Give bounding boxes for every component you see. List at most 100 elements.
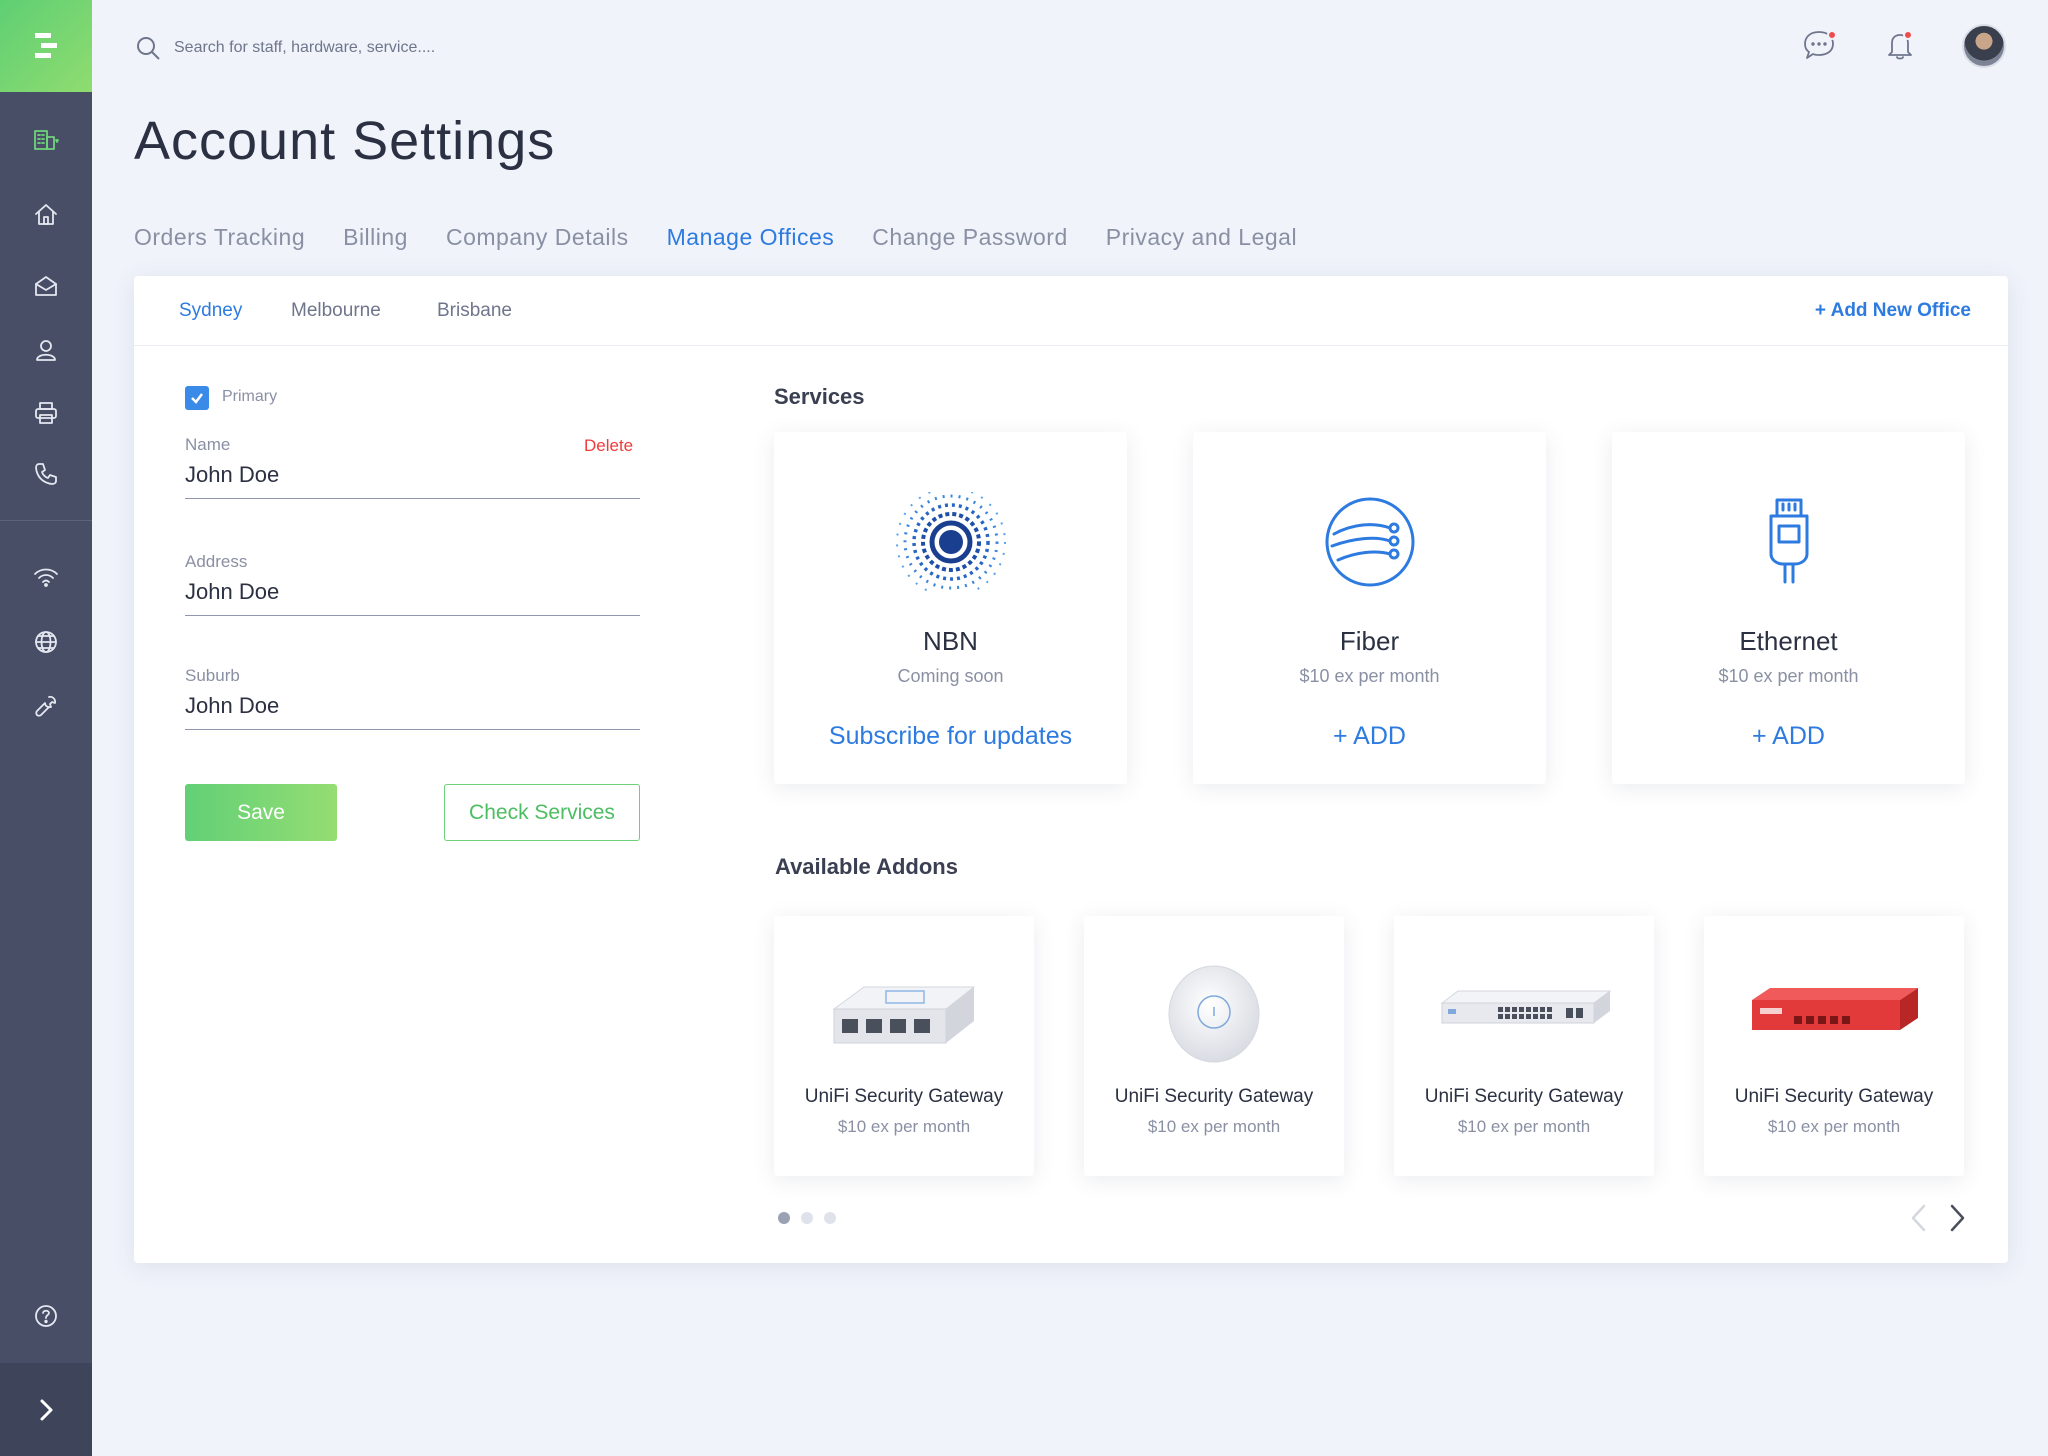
user-avatar[interactable] — [1962, 24, 2006, 68]
office-tab-melbourne[interactable]: Melbourne — [291, 300, 381, 322]
home-icon — [35, 204, 57, 225]
addon-price: $10 ex per month — [1767, 1117, 1901, 1136]
addon-price: $10 ex per month — [1147, 1117, 1281, 1136]
tab-company-details[interactable]: Company Details — [446, 224, 629, 251]
printer-icon — [35, 402, 57, 424]
save-button[interactable]: Save — [185, 784, 337, 841]
service-name: Ethernet — [1739, 626, 1838, 656]
checkmark-icon — [191, 393, 203, 404]
name-label: Name — [185, 435, 231, 454]
carousel-dot-1[interactable] — [778, 1212, 790, 1224]
user-icon — [36, 340, 56, 361]
wifi-icon — [34, 568, 58, 587]
sidebar-expand-button[interactable] — [0, 1363, 92, 1456]
delete-office-link[interactable]: Delete — [584, 436, 633, 456]
office-tab-sydney[interactable]: Sydney — [179, 300, 242, 322]
add-fiber-button[interactable]: + ADD — [1193, 722, 1546, 751]
suburb-label: Suburb — [185, 666, 240, 685]
carousel-dot-3[interactable] — [824, 1212, 836, 1224]
chevron-right-icon — [1950, 1204, 1965, 1232]
globe-icon — [35, 631, 57, 653]
sidebar-item-wifi[interactable] — [0, 555, 92, 599]
messages-button[interactable] — [1802, 28, 1838, 64]
chevron-left-icon — [1911, 1204, 1926, 1232]
notifications-button[interactable] — [1883, 28, 1919, 64]
wrench-icon — [35, 695, 57, 717]
sidebar-item-internet[interactable] — [0, 620, 92, 664]
addon-card[interactable]: UniFi Security Gateway $10 ex per month — [1704, 916, 1964, 1176]
add-new-office-link[interactable]: + Add New Office — [1815, 300, 1971, 322]
sidebar-item-phones[interactable] — [0, 452, 92, 496]
sidebar-item-tools[interactable] — [0, 685, 92, 729]
nbn-logo-icon — [774, 492, 1127, 592]
addon-card[interactable]: UniFi Security Gateway $10 ex per month — [774, 916, 1034, 1176]
logo-icon — [35, 33, 57, 58]
addon-name: UniFi Security Gateway — [1734, 1086, 1934, 1107]
search-bar — [134, 34, 594, 62]
primary-label: Primary — [222, 388, 278, 405]
subscribe-updates-link[interactable]: Subscribe for updates — [774, 722, 1127, 751]
chevron-right-icon — [40, 1399, 53, 1420]
address-label: Address — [185, 552, 248, 571]
addon-price: $10 ex per month — [1457, 1117, 1591, 1136]
service-price: $10 ex per month — [1718, 666, 1859, 686]
ethernet-plug-icon — [1612, 492, 1965, 592]
phone-icon — [35, 463, 57, 485]
building-icon — [34, 130, 59, 150]
carousel-next-button[interactable] — [1942, 1200, 1972, 1236]
sidebar-divider — [0, 520, 92, 521]
addon-name: UniFi Security Gateway — [1114, 1086, 1314, 1107]
security-gateway-image — [774, 956, 1034, 1066]
notifications-dot — [1903, 30, 1913, 40]
services-heading: Services — [774, 384, 865, 409]
sidebar-item-home[interactable] — [0, 193, 92, 237]
addon-name: UniFi Security Gateway — [1424, 1086, 1624, 1107]
sidebar-item-mail[interactable] — [0, 264, 92, 308]
tab-privacy-legal[interactable]: Privacy and Legal — [1106, 224, 1297, 251]
service-card-ethernet: Ethernet $10 ex per month + ADD — [1612, 432, 1965, 784]
service-status: Coming soon — [897, 666, 1004, 686]
check-services-button[interactable]: Check Services — [444, 784, 640, 841]
page-title: Account Settings — [134, 111, 556, 171]
addon-card[interactable]: UniFi Security Gateway $10 ex per month — [1394, 916, 1654, 1176]
suburb-field[interactable] — [185, 693, 640, 730]
access-point-image — [1084, 956, 1344, 1066]
service-price: $10 ex per month — [1299, 666, 1440, 686]
sidebar-item-printers[interactable] — [0, 391, 92, 435]
manage-offices-panel: Sydney Melbourne Brisbane + Add New Offi… — [134, 276, 2008, 1263]
service-card-nbn: NBN Coming soon Subscribe for updates — [774, 432, 1127, 784]
tab-billing[interactable]: Billing — [343, 224, 408, 251]
addon-price: $10 ex per month — [837, 1117, 971, 1136]
help-icon — [35, 1305, 57, 1327]
addon-card[interactable]: UniFi Security Gateway $10 ex per month — [1084, 916, 1344, 1176]
carousel-prev-button[interactable] — [1904, 1200, 1934, 1236]
office-tab-brisbane[interactable]: Brisbane — [437, 300, 512, 322]
tab-manage-offices[interactable]: Manage Offices — [667, 224, 835, 251]
service-name: Fiber — [1339, 626, 1400, 656]
address-field[interactable] — [185, 579, 640, 616]
fiber-globe-icon — [1193, 492, 1546, 592]
office-tabs: Sydney Melbourne Brisbane + Add New Offi… — [134, 276, 2008, 346]
firewall-appliance-image — [1704, 956, 1964, 1066]
app-logo[interactable] — [0, 0, 92, 92]
service-name: NBN — [923, 626, 978, 656]
addon-name: UniFi Security Gateway — [804, 1086, 1004, 1107]
name-field[interactable] — [185, 462, 640, 499]
network-switch-image — [1394, 956, 1654, 1066]
sidebar-item-company[interactable] — [0, 118, 92, 162]
sidebar-item-users[interactable] — [0, 328, 92, 372]
search-icon — [137, 37, 160, 60]
mail-icon — [35, 276, 57, 296]
tab-change-password[interactable]: Change Password — [872, 224, 1067, 251]
tab-orders-tracking[interactable]: Orders Tracking — [134, 224, 305, 251]
search-input[interactable] — [174, 39, 594, 57]
sidebar — [0, 0, 92, 1456]
sidebar-item-help[interactable] — [0, 1294, 92, 1338]
primary-checkbox[interactable] — [185, 386, 209, 410]
add-ethernet-button[interactable]: + ADD — [1612, 722, 1965, 751]
service-card-fiber: Fiber $10 ex per month + ADD — [1193, 432, 1546, 784]
carousel-dot-2[interactable] — [801, 1212, 813, 1224]
addons-heading: Available Addons — [775, 854, 958, 879]
messages-notification-dot — [1827, 30, 1837, 40]
settings-tabs: Orders Tracking Billing Company Details … — [134, 224, 1297, 251]
